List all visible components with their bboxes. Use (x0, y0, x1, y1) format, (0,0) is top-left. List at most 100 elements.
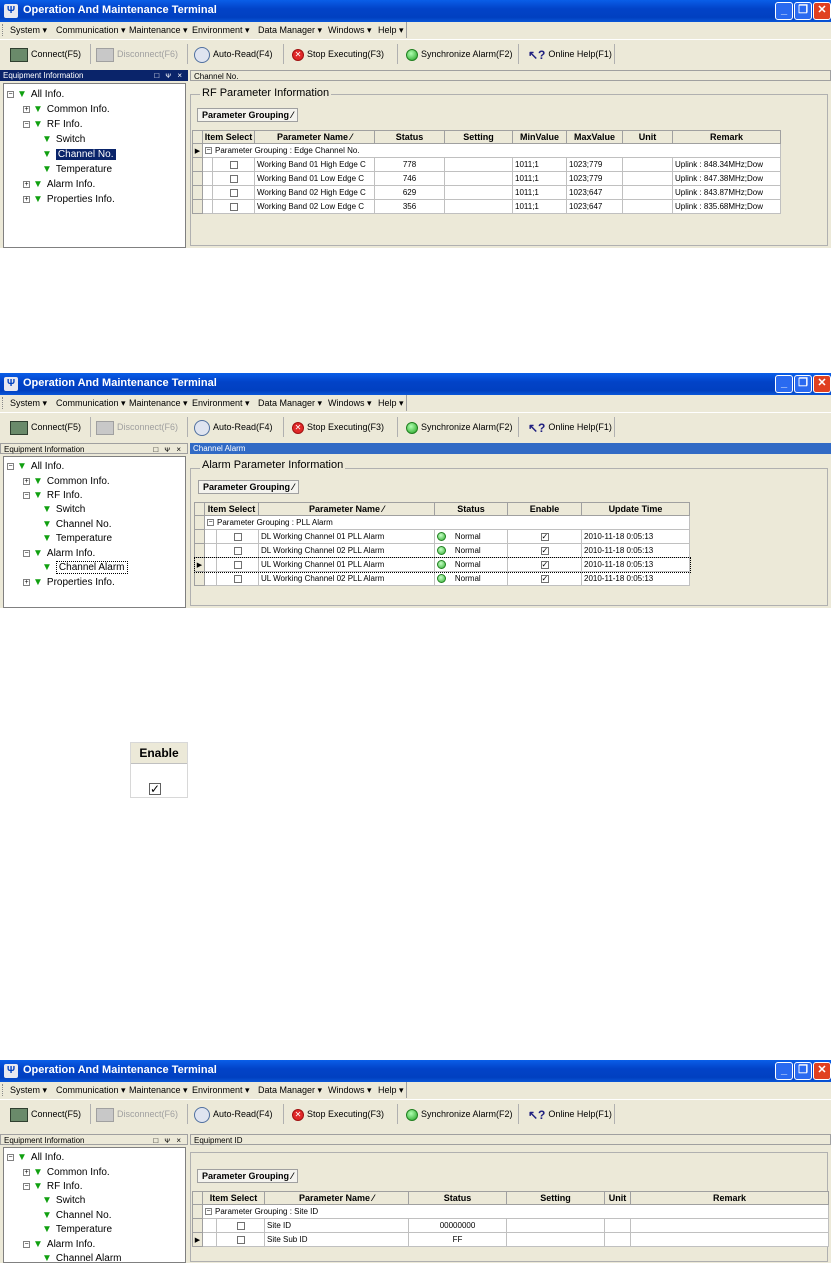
parameter-grouping-button[interactable]: Parameter Grouping ⁄ (198, 480, 300, 494)
tree-temperature[interactable]: ▼ Temperature (42, 532, 112, 545)
parameter-grouping-button[interactable]: Parameter Grouping ⁄ (197, 1169, 299, 1183)
group-row[interactable]: − Parameter Grouping : PLL Alarm (194, 515, 690, 530)
stop-executing-button[interactable]: ✕ Stop Executing(F3) (292, 417, 384, 437)
col-update-time[interactable]: Update Time (581, 502, 690, 516)
panel-buttons[interactable]: □ ᴪ × (153, 1135, 183, 1146)
col-parameter-name[interactable]: Parameter Name ⁄ (264, 1191, 409, 1205)
tree-switch[interactable]: ▼ Switch (42, 503, 85, 516)
disconnect-button[interactable]: Disconnect(F6) (96, 417, 178, 437)
tree-rf-info[interactable]: − ▼ RF Info. (23, 489, 82, 502)
panel-buttons[interactable]: □ ᴪ × (153, 444, 183, 455)
menu-communication[interactable]: Communication ▾ (56, 398, 126, 409)
stop-executing-button[interactable]: ✕ Stop Executing(F3) (292, 1104, 384, 1124)
menu-windows[interactable]: Windows ▾ (328, 25, 372, 36)
col-setting[interactable]: Setting (506, 1191, 605, 1205)
online-help-button[interactable]: ↖? Online Help(F1) (528, 417, 612, 437)
table-row[interactable]: ▶ Site Sub ID FF (192, 1232, 829, 1247)
tree-all-info[interactable]: − ▼ All Info. (7, 460, 64, 473)
col-status[interactable]: Status (374, 130, 445, 144)
tree-channel-no[interactable]: ▼ Channel No. (42, 148, 116, 161)
col-parameter-name[interactable]: Parameter Name ⁄ (258, 502, 435, 516)
disconnect-button[interactable]: Disconnect(F6) (96, 1104, 178, 1124)
synchronize-alarm-button[interactable]: Synchronize Alarm(F2) (406, 1104, 513, 1124)
online-help-button[interactable]: ↖? Online Help(F1) (528, 44, 612, 64)
parameter-grouping-button[interactable]: Parameter Grouping ⁄ (197, 108, 299, 122)
table-row-selected[interactable]: ▶ UL Working Channel 01 PLL Alarm Normal… (193, 556, 691, 573)
tree-alarm-info[interactable]: + ▼ Alarm Info. (23, 178, 95, 191)
disconnect-button[interactable]: Disconnect(F6) (96, 44, 178, 64)
menu-data-manager[interactable]: Data Manager ▾ (258, 25, 322, 36)
table-row[interactable]: DL Working Channel 01 PLL Alarm Normal ✓… (194, 529, 690, 544)
tree-temperature[interactable]: ▼ Temperature (42, 1223, 112, 1236)
close-button[interactable]: ✕ (813, 1062, 831, 1080)
minimize-button[interactable]: _ (775, 1062, 793, 1080)
tree-all-info[interactable]: − ▼ All Info. (7, 88, 64, 101)
menu-windows[interactable]: Windows ▾ (328, 1085, 372, 1096)
table-row[interactable]: Working Band 02 Low Edge C 356 1011;1 10… (192, 199, 781, 214)
stop-executing-button[interactable]: ✕ Stop Executing(F3) (292, 44, 384, 64)
panel-buttons[interactable]: □ ᴪ × (154, 70, 184, 81)
menu-system[interactable]: System ▾ (10, 25, 47, 36)
close-button[interactable]: ✕ (813, 2, 831, 20)
tree-channel-alarm[interactable]: ▼ Channel Alarm (42, 1252, 122, 1263)
menu-help[interactable]: Help ▾ (378, 1085, 404, 1096)
col-status[interactable]: Status (434, 502, 508, 516)
online-help-button[interactable]: ↖? Online Help(F1) (528, 1104, 612, 1124)
menu-data-manager[interactable]: Data Manager ▾ (258, 398, 322, 409)
menu-environment[interactable]: Environment ▾ (192, 398, 250, 409)
close-button[interactable]: ✕ (813, 375, 831, 393)
menu-data-manager[interactable]: Data Manager ▾ (258, 1085, 322, 1096)
tree-all-info[interactable]: − ▼ All Info. (7, 1151, 64, 1164)
col-unit[interactable]: Unit (622, 130, 673, 144)
tree-properties-info[interactable]: + ▼ Properties Info. (23, 576, 115, 589)
col-enable[interactable]: Enable (507, 502, 582, 516)
group-row[interactable]: − Parameter Grouping : Site ID (192, 1204, 829, 1219)
col-item-select[interactable]: Item Select (204, 502, 259, 516)
col-setting[interactable]: Setting (444, 130, 513, 144)
tree-rf-info[interactable]: − ▼ RF Info. (23, 118, 82, 131)
tree-switch[interactable]: ▼ Switch (42, 1194, 85, 1207)
menu-environment[interactable]: Environment ▾ (192, 1085, 250, 1096)
connect-button[interactable]: Connect(F5) (10, 44, 81, 64)
tree-common-info[interactable]: + ▼ Common Info. (23, 475, 110, 488)
tree-common-info[interactable]: + ▼ Common Info. (23, 1166, 110, 1179)
tab-channel-no[interactable]: Channel No. (190, 70, 831, 81)
table-row[interactable]: DL Working Channel 02 PLL Alarm Normal ✓… (194, 543, 690, 558)
menu-help[interactable]: Help ▾ (378, 25, 404, 36)
auto-read-button[interactable]: Auto-Read(F4) (194, 44, 273, 64)
col-unit[interactable]: Unit (604, 1191, 631, 1205)
restore-button[interactable]: ❐ (794, 375, 812, 393)
menu-maintenance[interactable]: Maintenance ▾ (129, 398, 188, 409)
col-remark[interactable]: Remark (630, 1191, 829, 1205)
col-remark[interactable]: Remark (672, 130, 781, 144)
col-item-select[interactable]: Item Select (202, 130, 255, 144)
col-maxvalue[interactable]: MaxValue (566, 130, 623, 144)
synchronize-alarm-button[interactable]: Synchronize Alarm(F2) (406, 44, 513, 64)
menu-system[interactable]: System ▾ (10, 1085, 47, 1096)
restore-button[interactable]: ❐ (794, 1062, 812, 1080)
tree-alarm-info[interactable]: − ▼ Alarm Info. (23, 547, 95, 560)
menu-help[interactable]: Help ▾ (378, 398, 404, 409)
tab-equipment-id[interactable]: Equipment ID (190, 1134, 831, 1145)
tree-alarm-info[interactable]: − ▼ Alarm Info. (23, 1238, 95, 1251)
restore-button[interactable]: ❐ (794, 2, 812, 20)
auto-read-button[interactable]: Auto-Read(F4) (194, 1104, 273, 1124)
col-parameter-name[interactable]: Parameter Name ⁄ (254, 130, 375, 144)
tree-channel-alarm[interactable]: ▼ Channel Alarm (42, 561, 128, 574)
menu-system[interactable]: System ▾ (10, 398, 47, 409)
table-row[interactable]: Working Band 01 High Edge C 778 1011;1 1… (192, 157, 781, 172)
tree-channel-no[interactable]: ▼ Channel No. (42, 1209, 112, 1222)
table-row[interactable]: Site ID 00000000 (192, 1218, 829, 1233)
menu-maintenance[interactable]: Maintenance ▾ (129, 1085, 188, 1096)
tree-properties-info[interactable]: + ▼ Properties Info. (23, 193, 115, 206)
col-item-select[interactable]: Item Select (202, 1191, 265, 1205)
tree-switch[interactable]: ▼ Switch (42, 133, 85, 146)
tree-channel-no[interactable]: ▼ Channel No. (42, 518, 112, 531)
menu-communication[interactable]: Communication ▾ (56, 1085, 126, 1096)
col-status[interactable]: Status (408, 1191, 507, 1205)
tab-channel-alarm[interactable]: Channel Alarm (190, 443, 831, 454)
connect-button[interactable]: Connect(F5) (10, 417, 81, 437)
tree-temperature[interactable]: ▼ Temperature (42, 163, 112, 176)
synchronize-alarm-button[interactable]: Synchronize Alarm(F2) (406, 417, 513, 437)
table-row[interactable]: Working Band 01 Low Edge C 746 1011;1 10… (192, 171, 781, 186)
